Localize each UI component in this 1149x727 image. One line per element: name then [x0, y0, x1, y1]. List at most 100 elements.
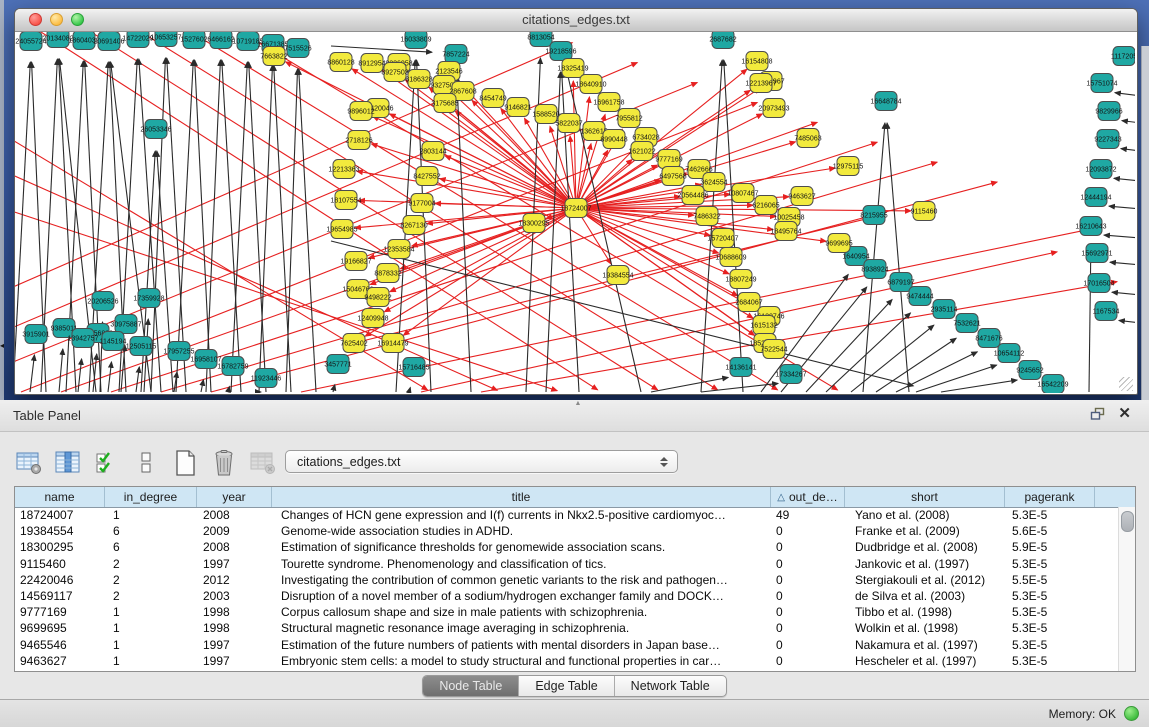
column-header-title[interactable]: title — [272, 487, 771, 507]
cell-title[interactable]: Disruption of a novel member of a sodium… — [272, 589, 771, 603]
network-node[interactable]: 9829966 — [1095, 102, 1122, 121]
cell-year[interactable]: 1997 — [197, 654, 272, 668]
network-node[interactable]: 16782759 — [217, 357, 248, 376]
new-column-icon[interactable] — [170, 448, 200, 478]
cell-year[interactable]: 2003 — [197, 589, 272, 603]
cell-out_de[interactable]: 49 — [771, 508, 845, 522]
network-node[interactable]: 20691406 — [93, 32, 124, 51]
network-node[interactable]: 2935114 — [931, 300, 958, 319]
network-node[interactable]: 9777169 — [655, 150, 682, 169]
resize-grip[interactable] — [1119, 377, 1133, 391]
table-row[interactable]: 2242004622012Investigating the contribut… — [15, 572, 1119, 588]
network-node[interactable]: 20206526 — [87, 292, 118, 311]
window-titlebar[interactable]: citations_edges.txt — [15, 9, 1137, 32]
cell-name[interactable]: 9115460 — [15, 557, 105, 571]
cell-name[interactable]: 9777169 — [15, 605, 105, 619]
vertical-scrollbar[interactable] — [1118, 507, 1135, 671]
cell-name[interactable]: 9465546 — [15, 638, 105, 652]
cell-pagerank[interactable]: 5.3E-5 — [1005, 508, 1095, 522]
cell-in_degree[interactable]: 6 — [105, 524, 197, 538]
network-node[interactable]: 12093872 — [1085, 160, 1116, 179]
network-node[interactable]: 8267130 — [400, 216, 427, 235]
network-node[interactable]: 16648784 — [870, 92, 901, 111]
table-row[interactable]: 969969511998Structural magnetic resonanc… — [15, 620, 1119, 636]
network-node[interactable]: 8427552 — [413, 167, 440, 186]
network-node[interactable]: 7485063 — [794, 129, 821, 148]
table-row[interactable]: 946362711997Embryonic stem cells: a mode… — [15, 653, 1119, 669]
network-node[interactable]: 15692971 — [1081, 244, 1112, 263]
row-height-icon[interactable] — [131, 448, 161, 478]
table-mode-icon[interactable] — [14, 448, 44, 478]
network-node[interactable]: 20973493 — [758, 99, 789, 118]
network-node[interactable]: 9146821 — [504, 98, 531, 117]
column-select-icon[interactable] — [53, 448, 83, 478]
cell-name[interactable]: 19384554 — [15, 524, 105, 538]
cell-name[interactable]: 9699695 — [15, 621, 105, 635]
splitter-collapse-icon[interactable]: ◂ — [0, 342, 4, 350]
network-node[interactable]: 16542209 — [1037, 375, 1068, 394]
cell-year[interactable]: 1997 — [197, 557, 272, 571]
network-node[interactable]: 17359928 — [133, 289, 164, 308]
table-row[interactable]: 1872400712008Changes of HCN gene express… — [15, 507, 1119, 523]
cell-year[interactable]: 1998 — [197, 605, 272, 619]
network-node[interactable]: 3175685 — [431, 94, 458, 113]
table-row[interactable]: 1830029562008Estimation of significance … — [15, 539, 1119, 555]
cell-pagerank[interactable]: 5.3E-5 — [1005, 557, 1095, 571]
cell-out_de[interactable]: 0 — [771, 540, 845, 554]
network-node[interactable]: 7955812 — [615, 109, 642, 128]
cell-year[interactable]: 2008 — [197, 508, 272, 522]
cell-short[interactable]: Jankovic et al. (1997) — [845, 557, 1005, 571]
network-node[interactable]: 8990448 — [600, 130, 627, 149]
tab-node-table[interactable]: Node Table — [423, 676, 518, 696]
cell-short[interactable]: Hescheler et al. (1997) — [845, 654, 1005, 668]
cell-in_degree[interactable]: 2 — [105, 589, 197, 603]
cell-in_degree[interactable]: 1 — [105, 638, 197, 652]
network-node[interactable]: 9227343 — [1094, 130, 1121, 149]
column-header-year[interactable]: year — [197, 487, 272, 507]
cell-out_de[interactable]: 0 — [771, 605, 845, 619]
network-node[interactable]: 16914479 — [377, 334, 408, 353]
cell-title[interactable]: Investigating the contribution of common… — [272, 573, 771, 587]
tab-edge-table[interactable]: Edge Table — [518, 676, 613, 696]
network-node[interactable]: 3624554 — [700, 173, 727, 192]
cell-title[interactable]: Estimation of significance thresholds fo… — [272, 540, 771, 554]
cell-pagerank[interactable]: 5.3E-5 — [1005, 589, 1095, 603]
network-node[interactable]: 9245652 — [1016, 361, 1043, 380]
table-row[interactable]: 977716911998Corpus callosum shape and si… — [15, 604, 1119, 620]
network-node[interactable]: 7522544 — [760, 340, 787, 359]
cell-pagerank[interactable]: 5.3E-5 — [1005, 638, 1095, 652]
network-node[interactable]: 9177004 — [408, 194, 435, 213]
cell-short[interactable]: Tibbo et al. (1998) — [845, 605, 1005, 619]
cell-year[interactable]: 2008 — [197, 540, 272, 554]
network-node[interactable]: 9115460 — [911, 202, 938, 221]
network-node[interactable]: 9896012 — [347, 102, 374, 121]
network-node[interactable]: 8215955 — [860, 206, 887, 225]
cell-in_degree[interactable]: 2 — [105, 573, 197, 587]
cell-short[interactable]: Nakamura et al. (1997) — [845, 638, 1005, 652]
cell-in_degree[interactable]: 6 — [105, 540, 197, 554]
network-node[interactable]: 2803144 — [419, 142, 446, 161]
column-header-out_de[interactable]: △out_de… — [771, 487, 845, 507]
network-node[interactable]: 18724007 — [560, 199, 591, 218]
network-node[interactable]: 2718126 — [345, 131, 372, 150]
network-node[interactable]: 1621022 — [628, 142, 655, 161]
cell-in_degree[interactable]: 1 — [105, 621, 197, 635]
column-header-pagerank[interactable]: pagerank — [1005, 487, 1095, 507]
cell-short[interactable]: Stergiakouli et al. (2012) — [845, 573, 1005, 587]
splitter-handle-icon[interactable]: ▲ — [575, 400, 582, 407]
cell-name[interactable]: 14569117 — [15, 589, 105, 603]
network-node[interactable]: 1527602 — [180, 32, 207, 49]
delete-table-icon[interactable] — [248, 448, 278, 478]
cell-title[interactable]: Tourette syndrome. Phenomenology and cla… — [272, 557, 771, 571]
cell-title[interactable]: Corpus callosum shape and size in male p… — [272, 605, 771, 619]
table-row[interactable]: 1456911722003Disruption of a novel membe… — [15, 588, 1119, 604]
network-node[interactable]: 1615132 — [750, 316, 777, 335]
network-node[interactable]: 17016504 — [1083, 274, 1114, 293]
cell-title[interactable]: Structural magnetic resonance image aver… — [272, 621, 771, 635]
network-node[interactable]: 15751074 — [1086, 74, 1117, 93]
network-node[interactable]: 19218596 — [545, 42, 576, 61]
network-node[interactable]: 14136141 — [725, 358, 756, 377]
network-canvas[interactable]: 2405572420134082186040322069140614722029… — [15, 32, 1135, 393]
cell-in_degree[interactable]: 1 — [105, 508, 197, 522]
cell-in_degree[interactable]: 1 — [105, 654, 197, 668]
